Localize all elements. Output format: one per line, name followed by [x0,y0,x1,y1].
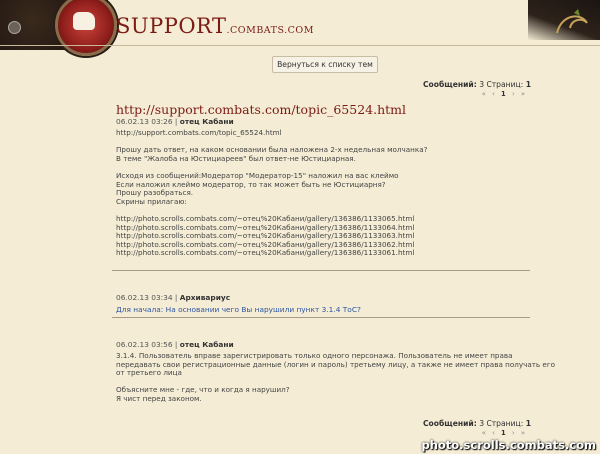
post-body-link[interactable]: Для начала: На основании чего Вы нарушил… [116,305,361,314]
post-separator: | [174,293,178,302]
pager-next[interactable]: › [512,429,517,437]
messages-count: 3 [479,419,485,428]
messages-label: Сообщений: [422,80,477,89]
pager-top: « ‹ 1 › » [482,90,527,98]
pager-bottom: « ‹ 1 › » [482,429,527,437]
pages-label: Страниц: [486,80,524,89]
post-author[interactable]: отец Кабани [180,340,234,349]
pager-last[interactable]: » [521,90,527,98]
header-divider [0,45,600,46]
topic-title[interactable]: http://support.combats.com/topic_65524.h… [116,102,406,117]
messages-label: Сообщений: [422,419,477,428]
post-separator: | [174,117,178,126]
topic-counts-top: Сообщений: 3 Страниц: 1 [423,80,531,89]
messages-count: 3 [479,80,485,89]
pager-current: 1 [501,90,508,98]
brand-main: SUPPORT [116,14,227,38]
post-author[interactable]: Архивариус [180,293,230,302]
brand-domain: .COMBATS.COM [226,25,314,36]
pager-last[interactable]: » [521,429,527,437]
pager-first[interactable]: « [482,429,488,437]
fist-icon [73,12,95,30]
back-to-topics-button[interactable]: Вернуться к списку тем [272,56,378,73]
pager-prev[interactable]: ‹ [492,90,497,98]
pager-prev[interactable]: ‹ [492,429,497,437]
topic-counts-bottom: Сообщений: 3 Страниц: 1 [423,419,531,428]
post-body: 3.1.4. Пользователь вправе зарегистриров… [116,351,556,403]
pages-count: 1 [525,80,531,89]
post-divider [112,270,530,271]
pager-next[interactable]: › [512,90,517,98]
radio-icon[interactable] [8,21,21,34]
post-meta: 06.02.13 03:26 | отец Кабани [116,117,234,126]
post-body: http://support.combats.com/topic_65524.h… [116,128,428,258]
post-date: 06.02.13 03:34 [116,293,173,302]
post-date: 06.02.13 03:26 [116,117,173,126]
site-header: SUPPORT.COMBATS.COM [0,0,600,56]
post-date: 06.02.13 03:56 [116,340,173,349]
site-brand[interactable]: SUPPORT.COMBATS.COM [116,14,314,38]
watermark: photo.scrolls.combats.com [421,438,596,452]
pager-current: 1 [501,429,508,437]
post-author[interactable]: отец Кабани [180,117,234,126]
swirl-ornament-icon [556,9,588,34]
pages-label: Страниц: [486,419,524,428]
post-divider [112,317,530,318]
post-separator: | [174,340,178,349]
post-meta: 06.02.13 03:56 | отец Кабани [116,340,234,349]
post-meta: 06.02.13 03:34 | Архивариус [116,293,230,302]
pages-count: 1 [525,419,531,428]
pager-first[interactable]: « [482,90,488,98]
